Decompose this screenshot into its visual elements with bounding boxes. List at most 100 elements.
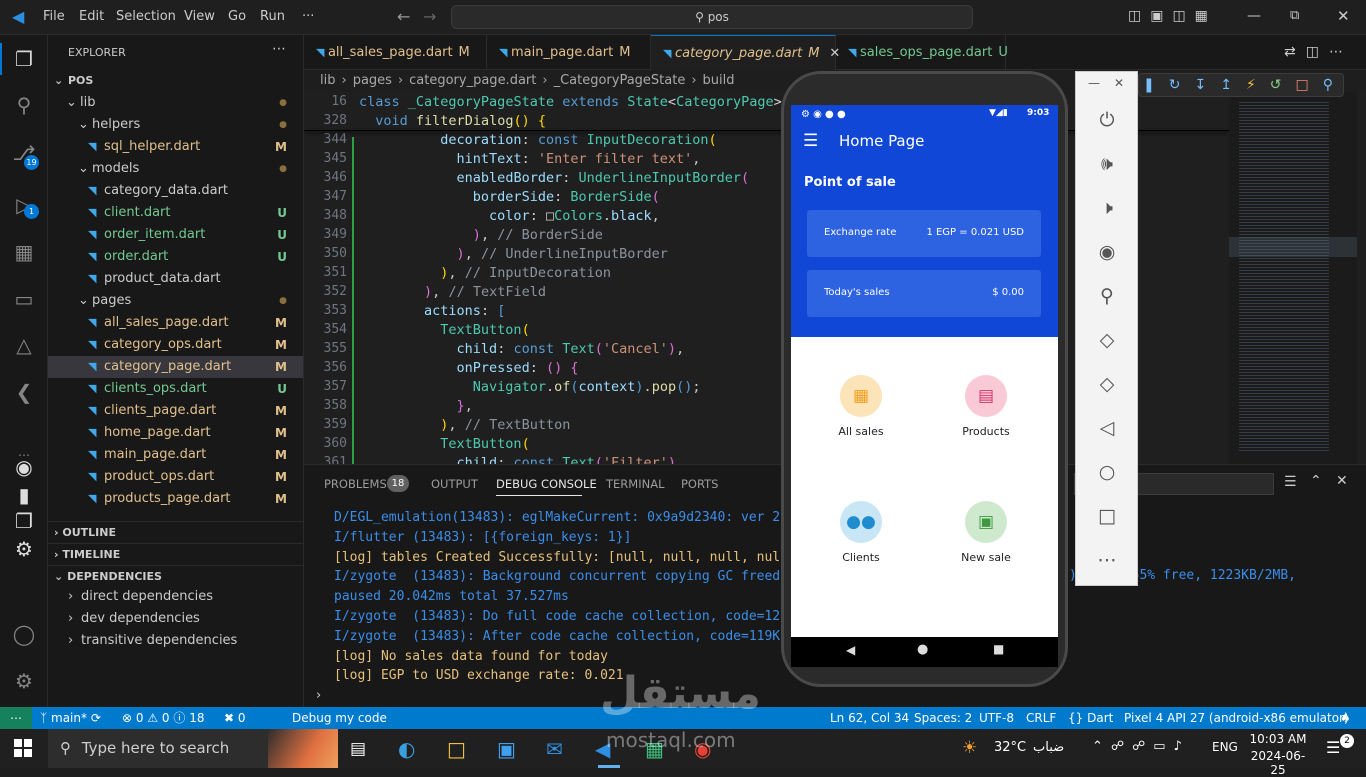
emulator-screen[interactable]: ⚙ ◉ ● ● ▼◢▮ 9:03 ☰ Home Page Point of sa…	[791, 105, 1058, 667]
volume-up-icon[interactable]: 🕪	[1094, 151, 1120, 177]
problems-indicator[interactable]: ⊗ 0 ⚠ 0 ⓘ 18	[122, 707, 204, 729]
file-explorer-icon[interactable]: □	[447, 737, 466, 761]
folder-item[interactable]: ⌄ lib ●	[48, 92, 303, 114]
menu-item[interactable]: File	[43, 9, 65, 24]
timeline-section[interactable]: › TIMELINE	[48, 543, 303, 565]
menu-item[interactable]: Go	[228, 9, 246, 24]
flutter-icon[interactable]: ❮	[12, 380, 36, 404]
tray-icons[interactable]: ⌃☍☍▭♪	[1092, 739, 1190, 754]
remote-icon[interactable]: ⋯	[0, 707, 32, 729]
file-item[interactable]: ◥ clients_ops.dart U	[48, 378, 303, 400]
breadcrumb-item[interactable]: pages	[353, 73, 392, 88]
emulator-minimize-icon[interactable]: —	[1088, 76, 1100, 90]
zoom-icon[interactable]: ⚲	[1094, 283, 1120, 309]
minimap[interactable]	[1229, 92, 1357, 464]
dependency-item[interactable]: › dev dependencies	[48, 608, 303, 630]
extensions-icon[interactable]: ▦	[12, 240, 36, 264]
search-icon[interactable]: ⚲	[12, 93, 36, 117]
breadcrumb-item[interactable]: lib	[320, 73, 335, 88]
folder-item[interactable]: ⌄ pages ●	[48, 290, 303, 312]
file-item[interactable]: ◥ category_page.dart M	[48, 356, 303, 378]
rotate-left-icon[interactable]: ◇	[1094, 327, 1120, 353]
tab-debug-console[interactable]: DEBUG CONSOLE	[496, 477, 597, 491]
menu-item[interactable]: Selection	[116, 9, 176, 24]
menu-item[interactable]: View	[184, 9, 215, 24]
home-circle-icon[interactable]: ○	[1094, 459, 1120, 485]
file-item[interactable]: ◥ main_page.dart M	[48, 444, 303, 466]
tab-problems[interactable]: PROBLEMS	[324, 477, 387, 491]
breadcrumb-item[interactable]: _CategoryPageState	[554, 73, 686, 88]
remote-explorer-icon[interactable]: ▭	[12, 287, 36, 311]
ports-indicator[interactable]: ✖ 0	[224, 707, 246, 729]
tab-ports[interactable]: PORTS	[681, 477, 718, 491]
dependency-item[interactable]: › direct dependencies	[48, 586, 303, 608]
dependencies-section[interactable]: ⌄ DEPENDENCIES	[48, 565, 303, 587]
file-item[interactable]: ◥ all_sales_page.dart M	[48, 312, 303, 334]
file-item[interactable]: ◥ category_data.dart	[48, 180, 303, 202]
device-selector[interactable]: Pixel 4 API 27 (android-x86 emulator)	[1124, 707, 1349, 729]
file-item[interactable]: ◥ sql_helper.dart M	[48, 136, 303, 158]
forward-arrow-icon[interactable]: →	[423, 7, 436, 26]
window-icon[interactable]: ❐	[12, 509, 36, 533]
maximize-panel-icon[interactable]: ⌃	[1310, 473, 1322, 489]
file-item[interactable]: ◥ clients_page.dart M	[48, 400, 303, 422]
folder-item[interactable]: ⌄ models ●	[48, 158, 303, 180]
line-ending[interactable]: CRLF	[1026, 707, 1056, 729]
file-item[interactable]: ◥ home_page.dart M	[48, 422, 303, 444]
nav-home-icon[interactable]: ●	[917, 642, 928, 657]
home-tile[interactable]: ▣ New sale	[936, 501, 1036, 564]
file-item[interactable]: ◥ product_data.dart	[48, 268, 303, 290]
home-tile[interactable]: ●● Clients	[811, 501, 911, 564]
accounts-icon[interactable]: ◯	[12, 622, 36, 646]
volume-down-icon[interactable]: 🕨	[1094, 195, 1120, 221]
debug-toolbar[interactable]: ❚↻↧↥⚡↺□⚲	[1138, 73, 1344, 97]
cursor-position[interactable]: Ln 62, Col 34	[830, 707, 909, 729]
settings-gear-icon[interactable]: ⚙	[12, 537, 36, 561]
menu-item[interactable]: ···	[302, 9, 314, 24]
restore-icon[interactable]: ⧉	[1290, 8, 1299, 23]
outline-section[interactable]: › OUTLINE	[48, 521, 303, 543]
editor-tab[interactable]: ◥ sales_ops_page.dart U	[836, 35, 1008, 70]
todays-sales-card[interactable]: Today's sales $ 0.00	[807, 270, 1041, 317]
debug-config[interactable]: Debug my code	[292, 707, 387, 729]
folder-item[interactable]: ⌄ helpers ●	[48, 114, 303, 136]
power-icon[interactable]: ⏻	[1094, 107, 1120, 133]
back-triangle-icon[interactable]: ◁	[1094, 415, 1120, 441]
exchange-rate-card[interactable]: Exchange rate 1 EGP = 0.021 USD	[807, 210, 1041, 257]
camera-icon[interactable]: ◉	[12, 455, 36, 479]
console-prompt-icon[interactable]: ›	[316, 688, 321, 703]
close-icon[interactable]: ✕	[1337, 7, 1350, 25]
editor-tab[interactable]: ◥ all_sales_page.dart M	[304, 35, 487, 70]
tab-output[interactable]: OUTPUT	[431, 477, 478, 491]
command-center-search[interactable]: ⚲ pos	[451, 5, 973, 29]
breadcrumb-item[interactable]: build	[703, 73, 735, 88]
overview-square-icon[interactable]: □	[1094, 503, 1120, 529]
close-panel-icon[interactable]: ✕	[1336, 473, 1348, 489]
menu-item[interactable]: Edit	[79, 9, 104, 24]
task-view-icon[interactable]: ▤	[350, 739, 366, 759]
mail-icon[interactable]: ✉	[546, 737, 563, 761]
more-options-icon[interactable]: ⋯	[1094, 547, 1120, 573]
weather-icon[interactable]: ☀	[962, 738, 977, 758]
nav-recents-icon[interactable]: ■	[993, 642, 1004, 656]
windows-start-icon[interactable]	[14, 739, 32, 757]
breadcrumb-item[interactable]: category_page.dart	[409, 73, 536, 88]
rotate-right-icon[interactable]: ◇	[1094, 371, 1120, 397]
editor-actions[interactable]: ⇄◫⋯	[1284, 44, 1353, 60]
minimize-icon[interactable]: —	[1247, 8, 1261, 24]
file-item[interactable]: ◥ client.dart U	[48, 202, 303, 224]
screenshot-camera-icon[interactable]: ◉	[1094, 239, 1120, 265]
clock-time[interactable]: 10:03 AM	[1248, 732, 1308, 746]
tab-terminal[interactable]: TERMINAL	[606, 477, 664, 491]
emulator-close-icon[interactable]: ✕	[1114, 76, 1124, 90]
edge-icon[interactable]: ◐	[398, 737, 415, 761]
back-arrow-icon[interactable]: ←	[397, 7, 410, 26]
file-item[interactable]: ◥ product_ops.dart M	[48, 466, 303, 488]
store-icon[interactable]: ▣	[497, 737, 516, 761]
encoding[interactable]: UTF-8	[979, 707, 1014, 729]
home-tile[interactable]: ▤ Products	[936, 375, 1036, 438]
clear-console-icon[interactable]: ☰	[1284, 474, 1297, 490]
taskbar-search[interactable]: ⚲ Type here to search	[48, 729, 338, 768]
editor-tab[interactable]: ◥ main_page.dart M	[487, 35, 651, 70]
workspace-root[interactable]: ⌄ POS	[48, 70, 303, 92]
